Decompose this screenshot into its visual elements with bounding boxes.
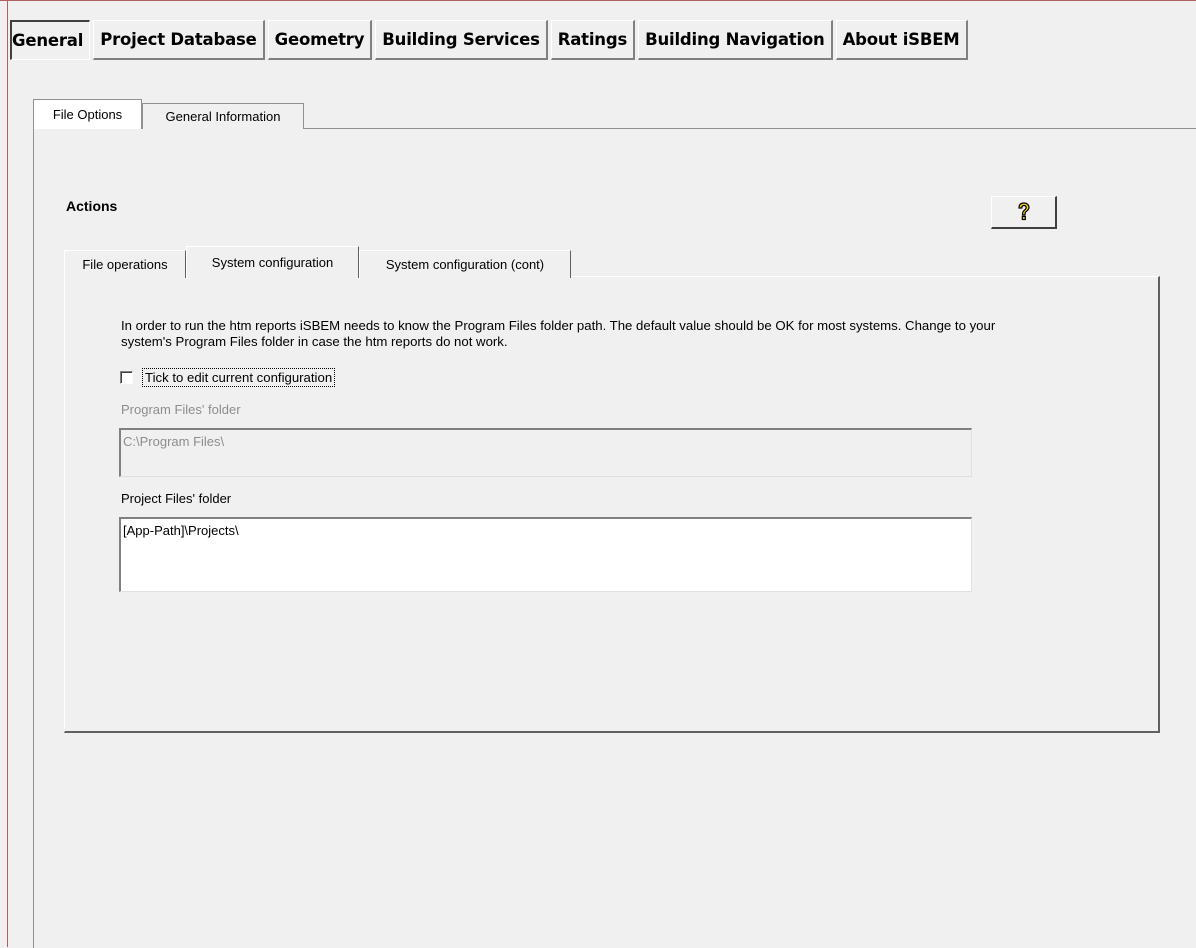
program-files-field[interactable]: C:\Program Files\ bbox=[119, 428, 972, 477]
window-frame-top bbox=[0, 0, 1196, 1]
tab-project-database-label: Project Database bbox=[100, 30, 257, 49]
edit-config-checkbox[interactable] bbox=[120, 371, 133, 384]
tick-row: Tick to edit current configuration bbox=[120, 368, 336, 387]
window-frame-left bbox=[7, 0, 8, 947]
tab-project-database[interactable]: Project Database bbox=[93, 20, 265, 60]
tab-building-navigation-label: Building Navigation bbox=[645, 30, 825, 49]
help-button[interactable] bbox=[991, 196, 1057, 229]
actions-heading: Actions bbox=[66, 198, 118, 214]
tab-about-isbem-label: About iSBEM bbox=[842, 30, 960, 49]
tab-ratings-label: Ratings bbox=[557, 30, 628, 49]
tab-system-configuration-cont[interactable]: System configuration (cont) bbox=[359, 250, 571, 278]
tab-system-configuration-label: System configuration bbox=[211, 255, 334, 270]
tab-general-label: General bbox=[12, 31, 84, 50]
tab-ratings[interactable]: Ratings bbox=[550, 20, 636, 60]
tab-system-configuration[interactable]: System configuration bbox=[186, 246, 359, 278]
project-files-label: Project Files' folder bbox=[121, 491, 232, 506]
tab-building-services-label: Building Services bbox=[382, 30, 540, 49]
tab-file-options-label: File Options bbox=[52, 107, 123, 122]
tab-building-navigation[interactable]: Building Navigation bbox=[638, 20, 833, 60]
tab-building-services[interactable]: Building Services bbox=[375, 20, 548, 60]
tab-general-information-label: General Information bbox=[165, 109, 281, 124]
question-mark-icon bbox=[1017, 202, 1030, 221]
tab-geometry[interactable]: Geometry bbox=[267, 20, 373, 60]
project-files-field[interactable]: [App-Path]\Projects\ bbox=[119, 517, 972, 592]
program-files-label: Program Files' folder bbox=[121, 402, 241, 417]
tab-general-information[interactable]: General Information bbox=[142, 103, 304, 129]
edit-config-label[interactable]: Tick to edit current configuration bbox=[142, 368, 336, 387]
tab-geometry-label: Geometry bbox=[274, 30, 365, 49]
tab-file-operations[interactable]: File operations bbox=[64, 250, 186, 278]
main-tab-bar: General Project Database Geometry Buildi… bbox=[10, 20, 971, 60]
info-text: In order to run the htm reports iSBEM ne… bbox=[121, 318, 996, 349]
tab-system-configuration-cont-label: System configuration (cont) bbox=[385, 257, 545, 272]
tab-about-isbem[interactable]: About iSBEM bbox=[835, 20, 968, 60]
tab-file-options[interactable]: File Options bbox=[33, 99, 142, 129]
tab-general[interactable]: General bbox=[10, 20, 91, 60]
tab-file-operations-label: File operations bbox=[82, 257, 168, 272]
